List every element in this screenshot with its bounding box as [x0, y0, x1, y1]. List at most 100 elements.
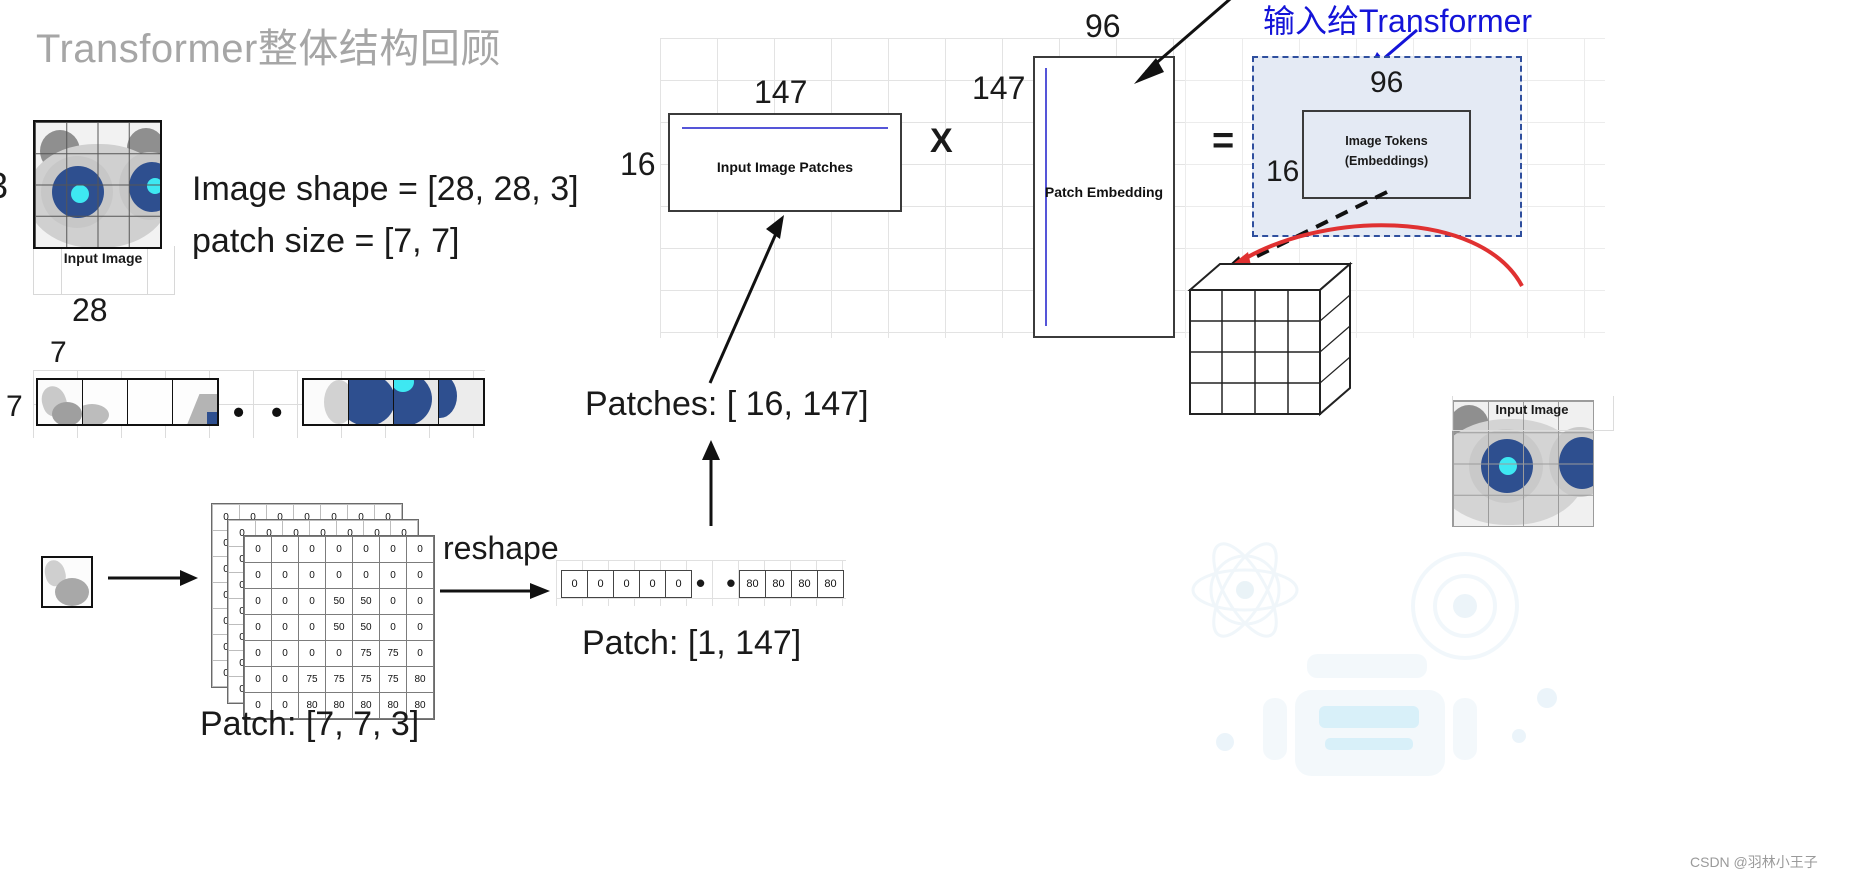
patch-strip-group-left	[36, 378, 219, 426]
matrix-cell: 0	[379, 588, 407, 615]
vector-cell: 0	[588, 571, 614, 597]
matrix-cell: 0	[406, 640, 434, 667]
patch-1147-caption: Patch: [1, 147]	[582, 624, 802, 662]
matrix-cell: 0	[271, 666, 299, 693]
table-row: 0000000	[244, 536, 434, 563]
matrix-cell: 0	[325, 562, 353, 589]
matrix-cell: 0	[406, 562, 434, 589]
vector-cell: 0	[614, 571, 640, 597]
matrix-cell: 0	[379, 562, 407, 589]
matrix-cell: 75	[379, 640, 407, 667]
matrix-cell: 0	[406, 536, 434, 563]
matrix-cell: 50	[325, 614, 353, 641]
image-tokens-line2: (Embeddings)	[1344, 154, 1429, 168]
table-row: 0000000	[244, 562, 434, 589]
patch-773-caption: Patch: [7, 7, 3]	[200, 705, 420, 743]
patch-embedding-label: Patch Embedding	[1044, 184, 1164, 200]
matrix-cell: 80	[406, 666, 434, 693]
patch-embedding-box: Patch Embedding	[1033, 56, 1175, 338]
right-input-image-label: Input Image	[1495, 402, 1569, 417]
patches-box-accent-line	[682, 127, 888, 129]
matrix-cell: 50	[325, 588, 353, 615]
matrix-cell: 75	[352, 640, 380, 667]
table-row: 000075750	[244, 640, 434, 667]
matrix-cell: 0	[271, 562, 299, 589]
matrix-cell: 0	[325, 536, 353, 563]
patch-strip-label-left: 7	[6, 390, 23, 423]
arrow-reshape	[440, 578, 550, 604]
matrix-cell: 0	[244, 536, 272, 563]
vector-cell: 80	[818, 571, 843, 597]
patch-matrix-table-front: 0 0 0 0 0 0 0 0 0 0 0 0 0 0 0 0 0 50 50 0 0 0 0 0 50 50 0 0 0 0 0 0 75 75…	[244, 536, 434, 719]
dimension-label-96-tokens: 96	[1370, 66, 1404, 99]
matrix-cell: 0	[244, 614, 272, 641]
image-tokens-line1: Image Tokens	[1345, 134, 1428, 148]
matrix-cell: 0	[271, 640, 299, 667]
matrix-cell: 0	[325, 640, 353, 667]
patch-strip-group-right	[302, 378, 485, 426]
matrix-cell: 0	[298, 562, 326, 589]
table-row: 000505000	[244, 614, 434, 641]
arrow-patch-to-matrix	[108, 565, 198, 591]
equation-image-shape: Image shape = [28, 28, 3]	[192, 170, 579, 208]
page-title: Transformer整体结构回顾	[36, 27, 501, 71]
patch-cube-3d	[1187, 261, 1353, 417]
vector-cell: 0	[640, 571, 666, 597]
dimension-label-147-embedding: 147	[972, 70, 1026, 106]
vector-cell: 80	[740, 571, 766, 597]
matrix-cell: 75	[352, 666, 380, 693]
csdn-credit-text: CSDN @羽林小王子	[1690, 854, 1818, 870]
dimension-label-28: 28	[72, 292, 108, 328]
matrix-cell: 0	[298, 614, 326, 641]
patch-strip-label-top: 7	[50, 336, 67, 369]
dimension-label-depth: 3	[0, 165, 8, 207]
vector-cell: 80	[792, 571, 818, 597]
arrow-into-embedding	[1130, 0, 1260, 90]
table-row: 000505000	[244, 588, 434, 615]
multiplication-sign: X	[930, 122, 953, 160]
matrix-cell: 0	[244, 588, 272, 615]
single-patch-thumbnail	[41, 556, 93, 608]
matrix-cell: 0	[244, 640, 272, 667]
matrix-cell: 0	[298, 588, 326, 615]
reshape-label: reshape	[443, 530, 559, 566]
matrix-cell: 0	[298, 536, 326, 563]
input-image-label: Input Image	[63, 250, 143, 266]
equals-sign: =	[1212, 120, 1235, 162]
dimension-label-96-embedding: 96	[1085, 8, 1121, 44]
matrix-cell: 0	[271, 536, 299, 563]
vector-cell: 80	[766, 571, 792, 597]
patches-shape-caption: Patches: [ 16, 147]	[585, 385, 869, 423]
input-image-patches-box: Input Image Patches	[668, 113, 902, 212]
dimension-label-16-tokens: 16	[1266, 155, 1300, 188]
dimension-label-16-patches: 16	[620, 146, 656, 182]
matrix-cell: 0	[379, 536, 407, 563]
matrix-cell: 50	[352, 614, 380, 641]
matrix-cell: 50	[352, 588, 380, 615]
vector-cell: 0	[562, 571, 588, 597]
matrix-cell: 75	[379, 666, 407, 693]
matrix-cell: 0	[379, 614, 407, 641]
vector-cell: 0	[666, 571, 691, 597]
equation-patch-size: patch size = [7, 7]	[192, 222, 460, 260]
matrix-cell: 0	[298, 640, 326, 667]
matrix-cell: 0	[352, 562, 380, 589]
matrix-cell: 0	[352, 536, 380, 563]
input-image-thumbnail	[33, 120, 162, 249]
csdn-robot-watermark	[1155, 530, 1585, 830]
matrix-cell: 0	[244, 562, 272, 589]
patch-vector-left-cells: 00000	[561, 570, 692, 598]
matrix-cell: 0	[271, 588, 299, 615]
matrix-cell: 0	[244, 666, 272, 693]
patch-vector-right-cells: 80 80 80 80	[739, 570, 844, 598]
matrix-cell: 75	[325, 666, 353, 693]
input-image-patches-label: Input Image Patches	[716, 159, 854, 175]
patch-matrix-channel-front: 0 0 0 0 0 0 0 0 0 0 0 0 0 0 0 0 0 50 50 0 0 0 0 0 50 50 0 0 0 0 0 0 75 75…	[243, 535, 435, 720]
matrix-cell: 0	[406, 588, 434, 615]
arrow-to-patches-box	[700, 215, 800, 385]
table-row: 007575757580	[244, 666, 434, 693]
matrix-cell: 0	[271, 614, 299, 641]
matrix-cell: 0	[406, 614, 434, 641]
dimension-label-147-patches: 147	[754, 74, 808, 110]
arrow-up-patch-to-patches	[695, 440, 727, 526]
